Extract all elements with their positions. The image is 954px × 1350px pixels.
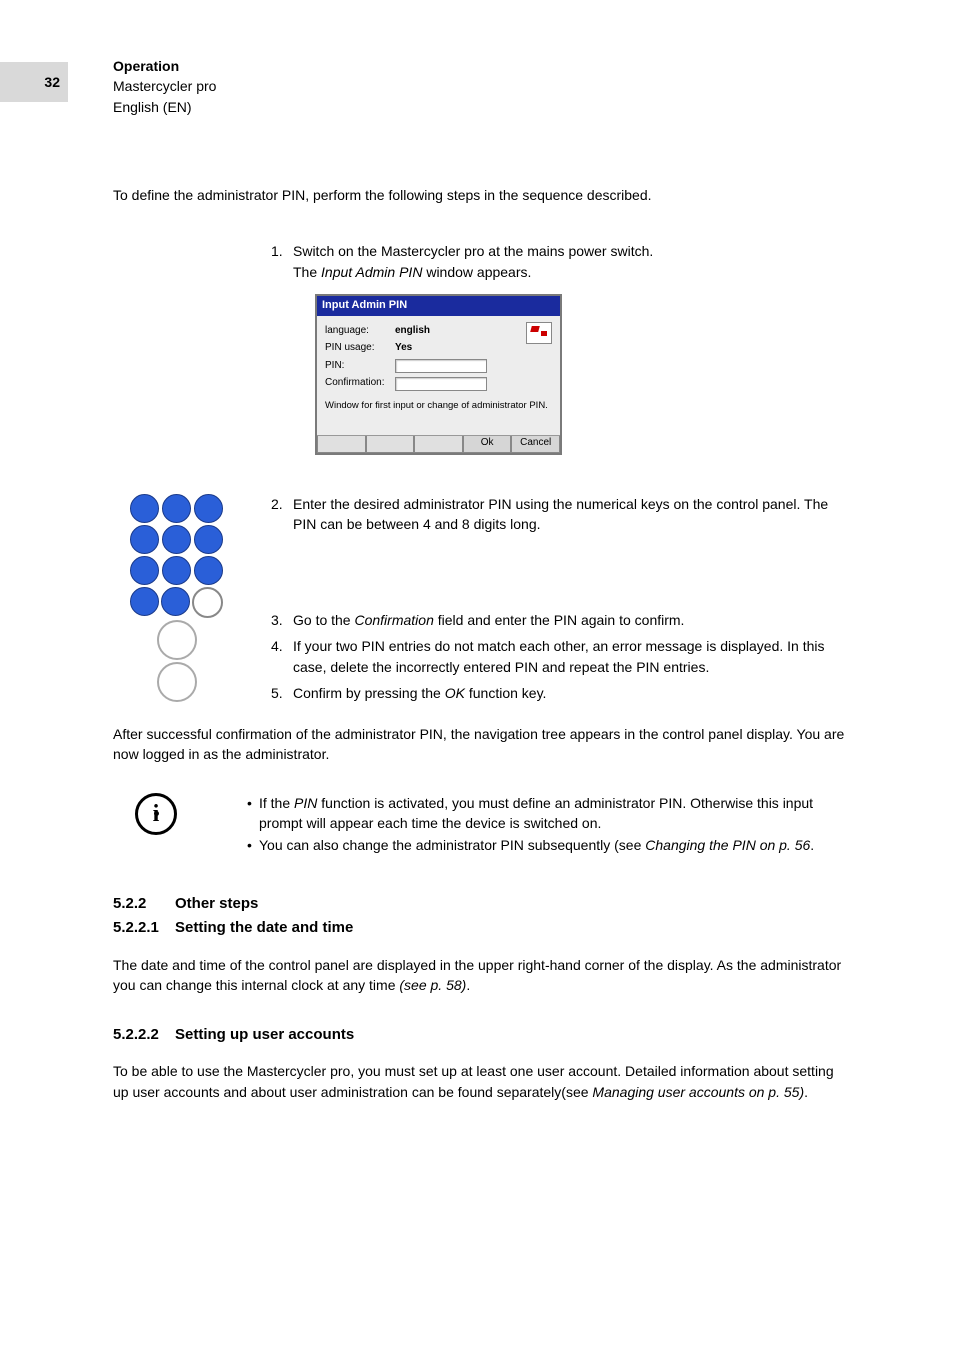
section-522-heading: 5.2.2Other steps [113, 893, 853, 915]
step-number: 2. [271, 494, 283, 514]
flag-icon [526, 322, 552, 344]
section-number: 5.2.2.2 [113, 1024, 175, 1046]
window-titlebar: Input Admin PIN [317, 296, 560, 316]
keypad-key [130, 556, 159, 585]
keypad-key [130, 494, 159, 523]
para-text-em: (see p. 58) [399, 977, 466, 993]
step-text: Switch on the Mastercycler pro at the ma… [293, 243, 653, 259]
info-text-em: Changing the PIN on p. 56 [645, 837, 810, 853]
step-text-em: OK [445, 685, 465, 701]
para-text-post: . [804, 1084, 808, 1100]
page-number: 32 [44, 72, 60, 92]
step-text: Enter the desired administrator PIN usin… [293, 496, 828, 532]
step-text-line2-post: window appears. [422, 264, 531, 280]
section-title: Setting up user accounts [175, 1026, 354, 1043]
pin-label: PIN: [325, 359, 395, 374]
info-note: i If the PIN function is activated, you … [113, 793, 853, 858]
step-text-line2-pre: The [293, 264, 321, 280]
step-text-em: Confirmation [354, 612, 433, 628]
language-row: language: english [325, 324, 552, 339]
step-text-pre: Go to the [293, 612, 354, 628]
keypad-key [194, 525, 223, 554]
window-hint: Window for first input or change of admi… [325, 399, 552, 413]
info-list: If the PIN function is activated, you mu… [247, 793, 853, 858]
para-text-pre: The date and time of the control panel a… [113, 957, 841, 993]
softkey-blank-2[interactable] [366, 436, 415, 453]
step-2: 2. Enter the desired administrator PIN u… [271, 494, 853, 535]
keypad-key [162, 556, 191, 585]
after-paragraph: After successful confirmation of the adm… [113, 724, 853, 765]
keypad-key [194, 494, 223, 523]
confirmation-row: Confirmation: [325, 376, 552, 391]
info-text-em: PIN [294, 795, 317, 811]
step-number: 4. [271, 636, 283, 656]
intro-paragraph: To define the administrator PIN, perform… [113, 185, 853, 205]
cancel-button[interactable]: Cancel [511, 436, 560, 453]
keypad-key [162, 525, 191, 554]
keypad-key [130, 525, 159, 554]
page-number-band: 32 [0, 62, 68, 102]
paragraph-5221: The date and time of the control panel a… [113, 955, 853, 996]
header-section: Operation [113, 56, 216, 76]
section-number: 5.2.2.1 [113, 917, 175, 939]
section-title: Other steps [175, 895, 258, 912]
step-number: 5. [271, 683, 283, 703]
confirmation-label: Confirmation: [325, 376, 395, 391]
info-text-post: function is activated, you must define a… [259, 795, 813, 831]
pin-input[interactable] [395, 359, 487, 373]
info-item: If the PIN function is activated, you mu… [247, 793, 853, 834]
pin-usage-value: Yes [395, 341, 412, 356]
softkey-blank-3[interactable] [414, 436, 463, 453]
step-text-line2-em: Input Admin PIN [321, 264, 422, 280]
step-number: 3. [271, 610, 283, 630]
window-body: language: english PIN usage: Yes PIN: [317, 316, 560, 435]
para-text-em: Managing user accounts on p. 55) [592, 1084, 804, 1100]
step-1: 1. Switch on the Mastercycler pro at the… [271, 241, 853, 454]
keypad-illustration [130, 494, 223, 702]
section-5222-heading: 5.2.2.2Setting up user accounts [113, 1024, 853, 1046]
para-text-post: . [466, 977, 470, 993]
step-3: 3. Go to the Confirmation field and ente… [271, 610, 853, 630]
step-text-pre: Confirm by pressing the [293, 685, 445, 701]
ok-button[interactable]: Ok [463, 436, 512, 453]
language-label: language: [325, 324, 395, 339]
step-text-post: function key. [465, 685, 546, 701]
header-product: Mastercycler pro [113, 76, 216, 96]
paragraph-5222: To be able to use the Mastercycler pro, … [113, 1061, 853, 1102]
embedded-screenshot: Input Admin PIN language: english PIN us… [315, 294, 562, 455]
step-4: 4. If your two PIN entries do not match … [271, 636, 853, 677]
step-text: If your two PIN entries do not match eac… [293, 638, 825, 674]
info-text-pre: You can also change the administrator PI… [259, 837, 645, 853]
softkey-blank-1[interactable] [317, 436, 366, 453]
section-title: Setting the date and time [175, 919, 353, 936]
pin-usage-label: PIN usage: [325, 341, 395, 356]
section-number: 5.2.2 [113, 893, 175, 915]
header-language: English (EN) [113, 97, 216, 117]
keypad-key [162, 494, 191, 523]
keypad-key [130, 587, 159, 616]
confirmation-input[interactable] [395, 377, 487, 391]
info-icon: i [135, 793, 177, 835]
language-value: english [395, 324, 430, 339]
window-button-bar: Ok Cancel [317, 435, 560, 453]
info-text-pre: If the [259, 795, 294, 811]
keypad-key [161, 587, 190, 616]
step-number: 1. [271, 241, 283, 261]
step-5: 5. Confirm by pressing the OK function k… [271, 683, 853, 703]
section-5221-heading: 5.2.2.1Setting the date and time [113, 917, 853, 939]
keypad-enter-key [157, 662, 197, 702]
step-text-post: field and enter the PIN again to confirm… [434, 612, 685, 628]
info-item: You can also change the administrator PI… [247, 835, 853, 855]
pin-row: PIN: [325, 359, 552, 374]
pin-usage-row: PIN usage: Yes [325, 341, 552, 356]
keypad-key [192, 587, 223, 618]
keypad-key [194, 556, 223, 585]
info-text-post: . [810, 837, 814, 853]
running-header: Operation Mastercycler pro English (EN) [113, 56, 216, 117]
keypad-enter-key [157, 620, 197, 660]
